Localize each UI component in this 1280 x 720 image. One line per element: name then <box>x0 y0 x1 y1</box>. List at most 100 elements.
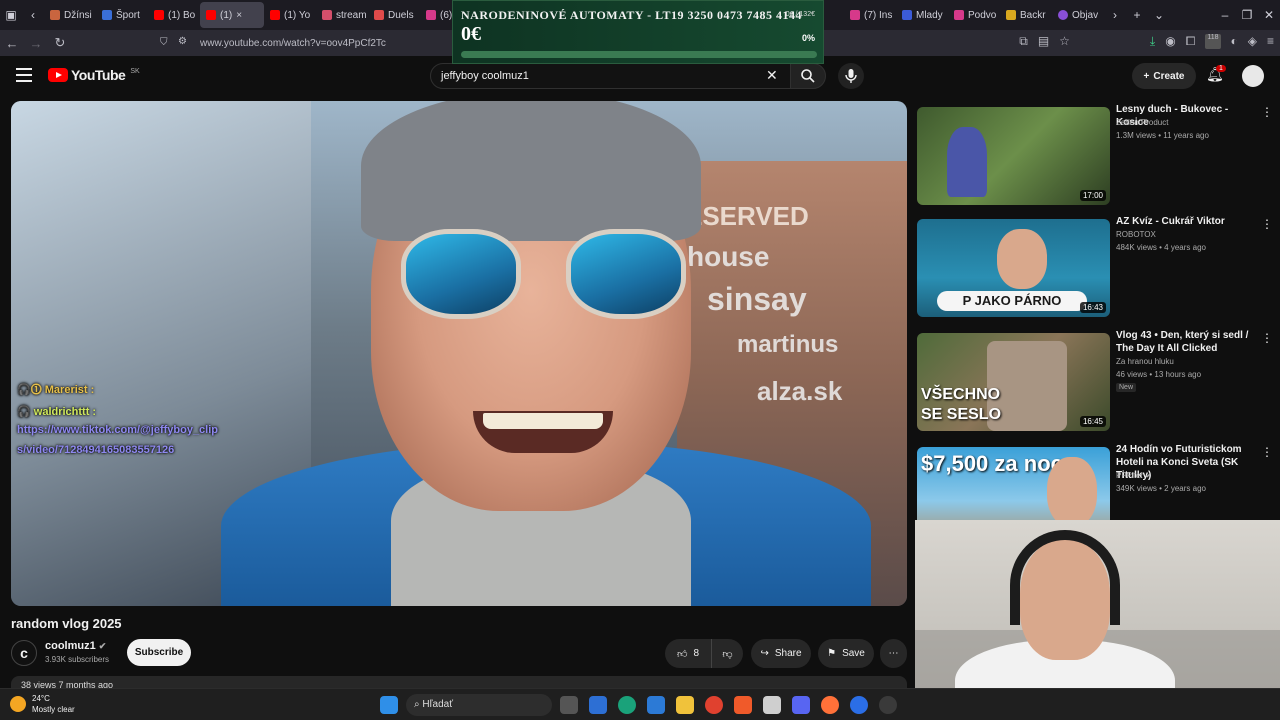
chrome-icon[interactable] <box>705 696 723 714</box>
channel-name[interactable]: coolmuz1 ✔ <box>45 640 106 652</box>
chat-overlay: 🎧⓵ Marerist : 🎧 waldrichttt : https://ww… <box>17 381 218 460</box>
browser-tab[interactable]: Objav <box>1052 2 1104 28</box>
browser-tab[interactable]: Šport <box>96 2 148 28</box>
recommendation-meta: 484K views • 4 years ago <box>1116 243 1206 252</box>
create-button[interactable]: + Create <box>1132 63 1196 89</box>
dislike-button[interactable]: 👎︎ <box>711 639 743 668</box>
store-sign: ESERVED <box>685 201 809 231</box>
close-tab-icon[interactable]: × <box>236 10 242 21</box>
youtube-logo[interactable]: YouTube SK <box>48 67 140 83</box>
recommendation-item[interactable]: $7,500 za noc 24 Hodín vo Futuristickom … <box>917 441 1280 521</box>
recommendation-channel[interactable]: ROBOTOX <box>1116 230 1156 239</box>
more-vertical-icon[interactable]: ⋮ <box>1261 445 1273 459</box>
task-view-icon[interactable] <box>560 696 578 714</box>
tab-scroll-right-icon[interactable]: › <box>1104 8 1126 22</box>
sunglasses-right-lens <box>566 229 686 319</box>
browser-tab[interactable]: stream <box>316 2 368 28</box>
permissions-icon[interactable]: ⚙ <box>178 36 187 47</box>
recommendation-title[interactable]: Vlog 43 • Den, který si sedl / The Day I… <box>1116 329 1261 355</box>
video-thumbnail[interactable]: VŠECHNO SE SESLO 16:45 <box>917 333 1110 431</box>
windows-start-icon[interactable] <box>380 696 398 714</box>
recommendation-channel[interactable]: PPPiter ✔ <box>1116 471 1152 480</box>
photos-icon[interactable] <box>647 696 665 714</box>
account-icon[interactable]: ◉ <box>1165 34 1175 49</box>
new-badge: New <box>1116 383 1137 392</box>
taskbar-search[interactable]: ⌕ Hľadať <box>406 694 552 716</box>
store-sign: house <box>687 241 770 272</box>
browser-tab[interactable]: (7) Ins <box>844 2 896 28</box>
file-explorer-icon[interactable] <box>676 696 694 714</box>
recommendation-item[interactable]: 17:00 Lesny duch - Bukovec - Kosice Zede… <box>917 101 1280 209</box>
tab-list-chevron-icon[interactable]: ⌄ <box>1148 8 1170 22</box>
browser-tab[interactable]: Džínsi <box>44 2 96 28</box>
voice-search-button[interactable] <box>838 63 864 89</box>
search-input[interactable]: jeffyboy coolmuz1 <box>430 63 792 89</box>
favicon-icon <box>1058 10 1068 20</box>
tab-overview-icon[interactable]: ▣ <box>0 8 22 22</box>
reload-icon[interactable]: ↻ <box>48 35 72 51</box>
video-player[interactable]: ESERVED house sinsay martinus alza.sk 🎧⓵… <box>11 101 907 606</box>
screenshot-icon[interactable]: ⧉ <box>1019 34 1028 49</box>
thumbnail-text: VŠECHNO SE SESLO <box>921 386 1002 423</box>
download-icon[interactable]: ⤓ <box>1150 34 1155 49</box>
subscribe-button[interactable]: Subscribe <box>127 639 191 666</box>
close-window-icon[interactable]: ✕ <box>1258 8 1280 22</box>
hamburger-menu-icon[interactable] <box>16 68 32 82</box>
tab-scroll-left-icon[interactable]: ‹ <box>22 8 44 22</box>
recommendation-meta: 349K views • 2 years ago <box>1116 484 1206 493</box>
like-button[interactable]: 👍︎ 8 <box>665 639 711 668</box>
new-tab-icon[interactable]: + <box>1126 8 1148 22</box>
minimize-icon[interactable]: – <box>1214 8 1236 22</box>
search-button[interactable] <box>790 63 826 89</box>
windows-taskbar: 24°C Mostly clear ⌕ Hľadať <box>0 688 1280 720</box>
browser-tab[interactable]: (1) Bo <box>148 2 200 28</box>
extensions-icon[interactable]: ⧠ <box>1186 34 1196 49</box>
notepad-icon[interactable] <box>763 696 781 714</box>
edge-icon[interactable] <box>618 696 636 714</box>
share-button[interactable]: ↪ Share <box>751 639 811 668</box>
browser-tab[interactable]: Podvo <box>948 2 1000 28</box>
back-icon[interactable]: ← <box>0 36 24 51</box>
channel-avatar[interactable]: c <box>11 640 37 666</box>
more-vertical-icon[interactable]: ⋮ <box>1261 331 1273 345</box>
more-actions-button[interactable]: ⋯ <box>880 639 907 668</box>
more-vertical-icon[interactable]: ⋮ <box>1261 105 1273 119</box>
reader-icon[interactable]: ▤ <box>1038 34 1049 49</box>
temperature: 24°C <box>32 694 50 703</box>
clear-search-icon[interactable]: ✕ <box>766 67 778 84</box>
discord-icon[interactable] <box>792 696 810 714</box>
obs-icon[interactable] <box>879 696 897 714</box>
video-thumbnail[interactable]: 17:00 <box>917 107 1110 205</box>
donation-goal: 0€ / 132€ <box>785 11 815 18</box>
video-thumbnail[interactable]: P JAKO PÁRNO 16:43 <box>917 219 1110 317</box>
browser-tab[interactable]: Backr <box>1000 2 1052 28</box>
chat-message: https://www.tiktok.com/@jeffyboy_clip s/… <box>17 424 219 456</box>
more-vertical-icon[interactable]: ⋮ <box>1261 217 1273 231</box>
brave-icon[interactable] <box>734 696 752 714</box>
recommendation-item[interactable]: VŠECHNO SE SESLO 16:45 Vlog 43 • Den, kt… <box>917 327 1280 435</box>
url-field[interactable]: www.youtube.com/watch?v=oov4PpCf2Tc <box>200 38 386 49</box>
extension-icon[interactable]: ◈ <box>1248 34 1257 49</box>
account-avatar[interactable] <box>1242 65 1264 87</box>
store-icon[interactable] <box>589 696 607 714</box>
extension-badge[interactable]: 118 <box>1205 34 1221 49</box>
save-button[interactable]: ⚑ Save <box>818 639 874 668</box>
recommendation-item[interactable]: P JAKO PÁRNO 16:43 AZ Kvíz - Cukrář Vikt… <box>917 213 1280 321</box>
browser-tab-active[interactable]: (1) × <box>200 2 264 28</box>
browser-tab[interactable]: Mlady <box>896 2 948 28</box>
firefox-icon[interactable] <box>821 696 839 714</box>
video-thumbnail[interactable]: $7,500 za noc <box>917 447 1110 521</box>
browser-tab[interactable]: Duels <box>368 2 420 28</box>
app-icon[interactable] <box>850 696 868 714</box>
forward-icon[interactable]: → <box>24 36 48 51</box>
recommendation-title[interactable]: AZ Kvíz - Cukrář Viktor <box>1116 215 1261 228</box>
shield-icon[interactable]: ⛉ <box>160 37 168 48</box>
restore-icon[interactable]: ❐ <box>1236 8 1258 22</box>
recommendation-channel[interactable]: Zeden Product <box>1116 118 1168 127</box>
bookmark-star-icon[interactable]: ☆ <box>1059 34 1070 49</box>
extension-icon[interactable]: ◐ <box>1231 34 1238 49</box>
recommendation-channel[interactable]: Za hranou hluku <box>1116 357 1174 366</box>
browser-tab[interactable]: (1) Yo <box>264 2 316 28</box>
app-menu-icon[interactable]: ≡ <box>1267 34 1274 49</box>
weather-widget[interactable]: 24°C Mostly clear <box>10 693 75 715</box>
